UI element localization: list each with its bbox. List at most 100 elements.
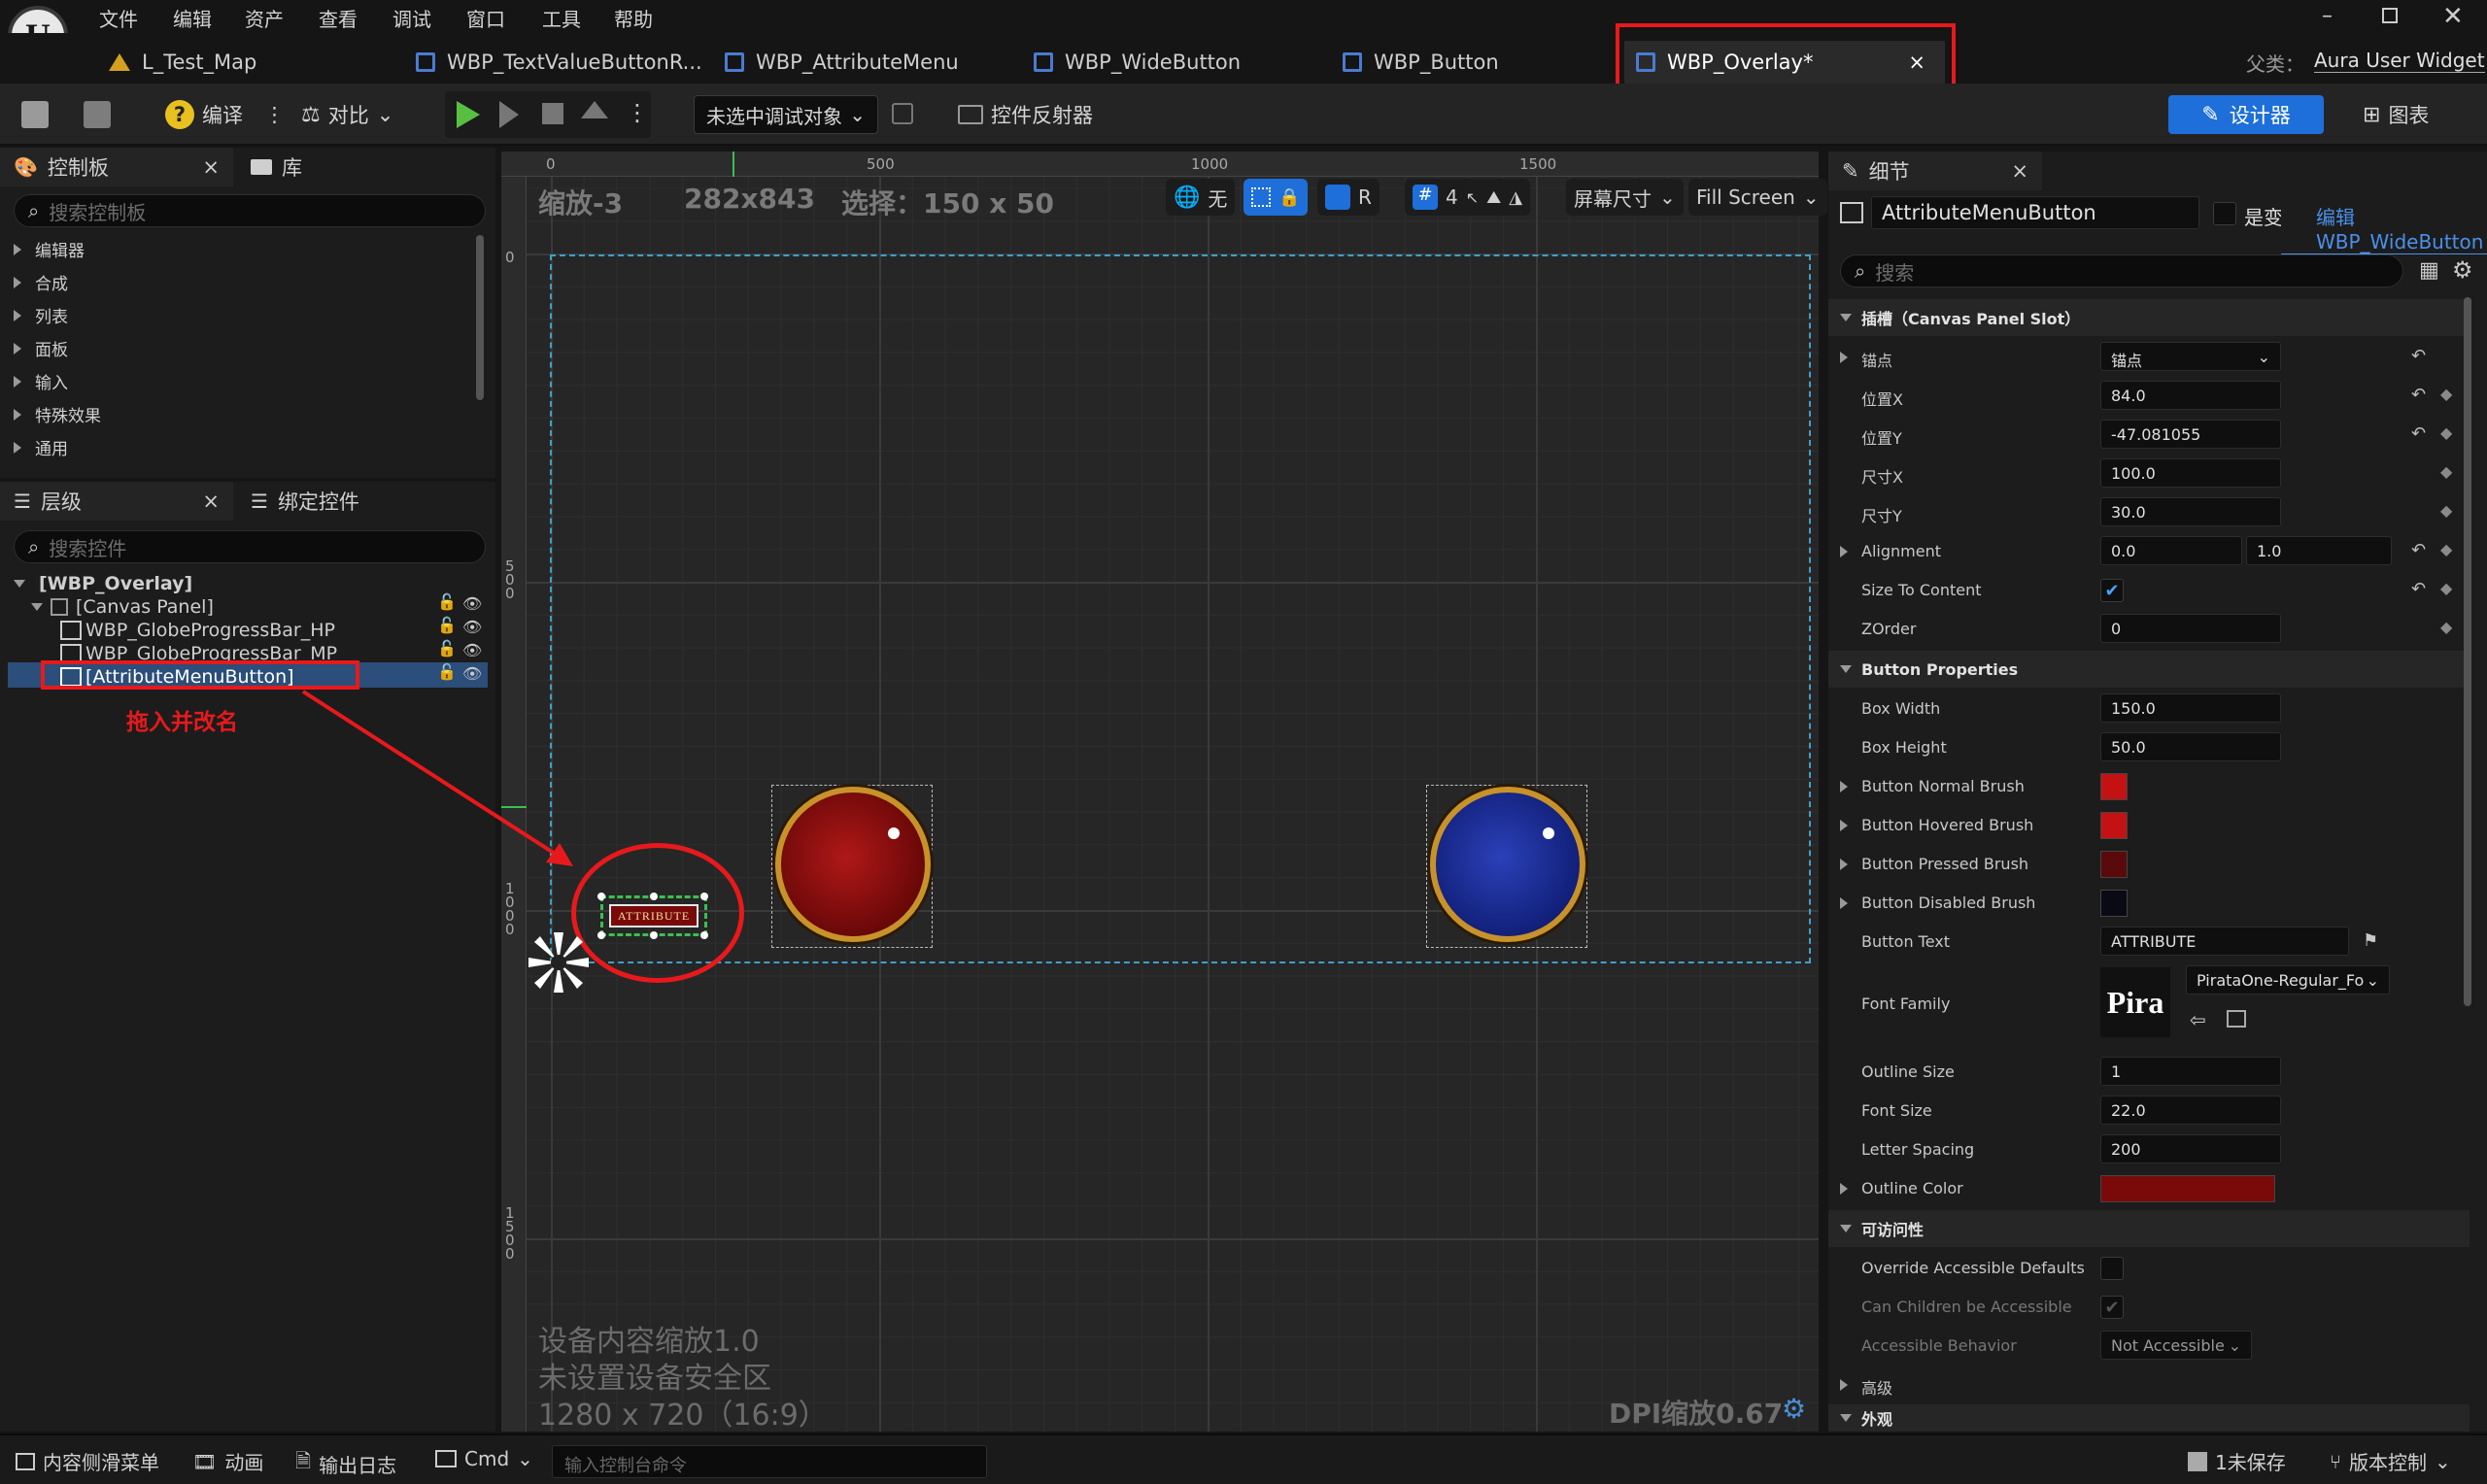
lock-icon[interactable]: 🔓 — [437, 639, 457, 658]
tab-wide-button[interactable]: WBP_WideButton — [1022, 41, 1252, 84]
expand-arrow-icon[interactable] — [1840, 352, 1848, 363]
browse-asset-icon[interactable] — [2227, 1010, 2246, 1028]
button-text-input[interactable]: ATTRIBUTE — [2100, 927, 2349, 956]
lock-toggle-button[interactable]: 🔒 — [1244, 179, 1309, 216]
palette-category-common[interactable]: 通用 — [14, 435, 68, 459]
disabled-brush-swatch[interactable] — [2100, 890, 2128, 917]
expand-arrow-icon[interactable] — [1840, 1183, 1848, 1195]
anchor-gizmo-icon[interactable] — [525, 928, 593, 996]
alignment-y-input[interactable]: 1.0 — [2246, 536, 2392, 565]
browse-button[interactable] — [84, 95, 111, 134]
palette-category-editor[interactable]: 编辑器 — [14, 237, 85, 261]
outline-size-input[interactable]: 1 — [2100, 1057, 2281, 1086]
override-accessible-checkbox[interactable] — [2100, 1257, 2124, 1280]
visibility-icon[interactable]: 👁 — [462, 618, 482, 636]
unsaved-button[interactable]: 1未保存 — [2188, 1447, 2286, 1475]
normal-brush-swatch[interactable] — [2100, 773, 2128, 800]
hovered-brush-swatch[interactable] — [2100, 812, 2128, 839]
position-x-input[interactable]: 84.0 — [2100, 381, 2281, 410]
more-icon[interactable]: ⋮ — [264, 103, 285, 126]
tab-hierarchy[interactable]: ☰ 层级 × — [0, 482, 233, 521]
slot-section-header[interactable]: 插槽（Canvas Panel Slot） — [1828, 299, 2470, 336]
menu-file[interactable]: 文件 — [99, 4, 138, 32]
close-window-icon[interactable]: ✕ — [2442, 2, 2464, 31]
menu-window[interactable]: 窗口 — [466, 4, 505, 32]
details-scrollbar[interactable] — [2464, 297, 2471, 1006]
position-y-input[interactable]: -47.081055 — [2100, 420, 2281, 449]
keyframe-icon[interactable]: ◆ — [2440, 423, 2452, 442]
keyframe-icon[interactable]: ◆ — [2440, 579, 2452, 597]
fill-screen-dropdown[interactable]: Fill Screen ⌄ — [1688, 179, 1827, 216]
expand-arrow-icon[interactable] — [1840, 820, 1848, 831]
play-icon[interactable] — [457, 101, 480, 128]
hierarchy-search-input[interactable]: ⌕ 搜索控件 — [14, 530, 486, 563]
anchor-dropdown[interactable]: 锚点 ⌄ — [2100, 342, 2281, 371]
widget-name-field[interactable]: AttributeMenuButton — [1871, 196, 2199, 229]
tree-item-hp[interactable]: WBP_GlobeProgressBar_HP — [60, 620, 335, 641]
visibility-icon[interactable]: 👁 — [462, 594, 482, 613]
close-icon[interactable]: × — [202, 155, 220, 179]
restore-icon[interactable] — [2382, 8, 2398, 23]
expand-arrow-icon[interactable] — [1840, 781, 1848, 793]
outline-color-swatch[interactable] — [2100, 1175, 2275, 1202]
reset-icon[interactable]: ↶ — [2411, 346, 2426, 366]
alignment-x-input[interactable]: 0.0 — [2100, 536, 2242, 565]
keyframe-icon[interactable]: ◆ — [2440, 462, 2452, 481]
lock-icon[interactable]: 🔓 — [437, 662, 457, 681]
accessible-behavior-dropdown[interactable]: Not Accessible ⌄ — [2100, 1331, 2252, 1360]
save-button[interactable] — [21, 95, 49, 134]
debug-target-dropdown[interactable]: 未选中调试对象 ⌄ — [694, 95, 878, 134]
reset-icon[interactable]: ↶ — [2411, 385, 2426, 405]
designer-button[interactable]: ✎ 设计器 — [2168, 95, 2324, 134]
palette-category-input[interactable]: 输入 — [14, 369, 68, 393]
advanced-group[interactable]: 高级 — [1828, 1366, 2470, 1404]
tab-library[interactable]: 库 — [237, 148, 495, 186]
palette-category-list[interactable]: 列表 — [14, 303, 68, 327]
appearance-section-header[interactable]: 外观 — [1828, 1404, 2470, 1432]
reset-icon[interactable]: ↶ — [2411, 579, 2426, 599]
accessibility-section-header[interactable]: 可访问性 — [1828, 1210, 2470, 1247]
box-width-input[interactable]: 150.0 — [2100, 693, 2281, 723]
diff-button[interactable]: ⚖ 对比 ⌄ — [301, 95, 393, 134]
tab-palette[interactable]: 🎨 控制板 × — [0, 148, 233, 186]
expand-arrow-icon[interactable] — [1840, 859, 1848, 870]
grid-button[interactable]: # 4 ↖ ⛰ ◮ — [1405, 179, 1531, 216]
tab-bind-widgets[interactable]: ☰ 绑定控件 — [237, 482, 495, 521]
edit-widget-link[interactable]: 编辑WBP_WideButton — [2281, 202, 2487, 254]
font-family-dropdown[interactable]: PirataOne-Regular_Fo ⌄ — [2186, 965, 2390, 995]
widget-reflector-button[interactable]: 控件反射器 — [958, 95, 1093, 134]
compile-button[interactable]: ? 编译 ⋮ — [165, 95, 285, 134]
cmd-dropdown[interactable]: Cmd ⌄ — [435, 1447, 533, 1470]
table-view-icon[interactable]: ▦ — [2419, 258, 2439, 283]
tab-details[interactable]: ✎ 细节 × — [1828, 152, 2042, 190]
tree-canvas-panel[interactable]: [Canvas Panel] — [31, 596, 214, 618]
keyframe-icon[interactable]: ◆ — [2440, 618, 2452, 636]
step-icon[interactable] — [499, 101, 519, 128]
keyframe-icon[interactable]: ◆ — [2440, 501, 2452, 520]
content-drawer-button[interactable]: 内容侧滑菜单 — [16, 1447, 159, 1475]
palette-category-composite[interactable]: 合成 — [14, 270, 68, 294]
parent-class-link[interactable]: Aura User Widget — [2314, 49, 2485, 73]
dpi-settings-icon[interactable]: ⚙ — [1782, 1393, 1806, 1425]
source-control-button[interactable]: ⑂ 版本控制 ⌄ — [2330, 1447, 2451, 1475]
size-x-input[interactable]: 100.0 — [2100, 458, 2281, 488]
letter-spacing-input[interactable]: 200 — [2100, 1134, 2281, 1164]
animation-button[interactable]: 🎞 动画 — [192, 1447, 263, 1475]
graph-button[interactable]: ⊞ 图表 — [2363, 95, 2429, 134]
button-properties-header[interactable]: Button Properties — [1828, 651, 2470, 688]
size-y-input[interactable]: 30.0 — [2100, 497, 2281, 526]
menu-help[interactable]: 帮助 — [614, 4, 653, 32]
palette-category-panel[interactable]: 面板 — [14, 336, 68, 360]
expand-arrow-icon[interactable] — [1840, 546, 1848, 557]
tree-root[interactable]: [WBP_Overlay] — [14, 573, 192, 594]
keyframe-icon[interactable]: ◆ — [2440, 540, 2452, 558]
size-to-content-checkbox[interactable]: ✔ — [2100, 579, 2124, 602]
menu-edit[interactable]: 编辑 — [173, 4, 212, 32]
screen-size-dropdown[interactable]: 屏幕尺寸 ⌄ — [1566, 179, 1684, 216]
visibility-icon[interactable]: 👁 — [462, 641, 482, 659]
output-log-button[interactable]: 🗎 输出日志 — [295, 1447, 396, 1480]
minimize-icon[interactable]: – — [2322, 4, 2333, 28]
tab-attribute-menu[interactable]: WBP_AttributeMenu — [713, 41, 971, 84]
palette-search-input[interactable]: ⌕ 搜索控制板 — [14, 194, 486, 227]
menu-tools[interactable]: 工具 — [542, 4, 581, 32]
